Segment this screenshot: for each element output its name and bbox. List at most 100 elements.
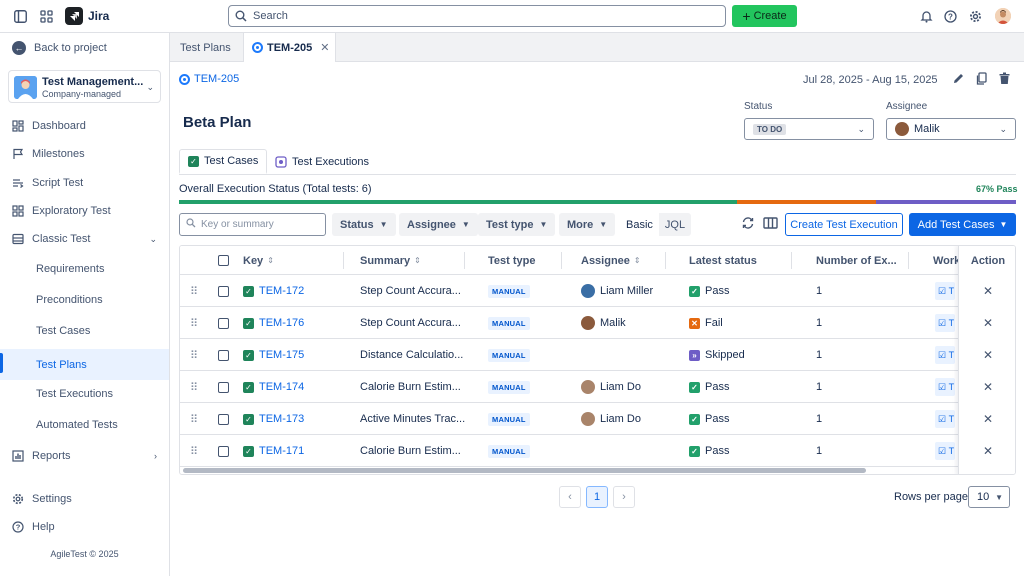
work-item-cell[interactable]: ☑ T	[935, 403, 955, 435]
drag-handle-icon[interactable]: ⠿	[190, 307, 198, 339]
column-summary[interactable]: Summary ⇕	[360, 246, 421, 275]
sidebar-item-help[interactable]: ? Help	[0, 513, 169, 541]
test-case-summary[interactable]: Calorie Burn Estim...	[360, 435, 461, 467]
project-switcher[interactable]: Test Management... Company-managed ⌄	[8, 70, 161, 103]
app-name[interactable]: Jira	[88, 9, 109, 23]
column-key[interactable]: Key ⇕	[243, 246, 274, 275]
sidebar-item-classic-test[interactable]: Classic Test ⌄	[0, 225, 169, 253]
column-latest-status[interactable]: Latest status	[689, 246, 757, 275]
table-row[interactable]: ⠿ ✓ TEM-171 Calorie Burn Estim... MANUAL ✓ Pas…	[180, 435, 1015, 467]
sidebar-item-exploratory-test[interactable]: Exploratory Test	[0, 197, 169, 225]
column-work[interactable]: Work	[933, 246, 960, 275]
status-filter-button[interactable]: Status ▼	[332, 213, 396, 236]
table-row[interactable]: ⠿ ✓ TEM-173 Active Minutes Trac... MANUAL Lia…	[180, 403, 1015, 435]
sidebar-item-script-test[interactable]: Script Test	[0, 169, 169, 197]
work-item-cell[interactable]: ☑ T	[935, 307, 955, 339]
table-row[interactable]: ⠿ ✓ TEM-172 Step Count Accura... MANUAL Liam …	[180, 275, 1015, 307]
sidebar-item-preconditions[interactable]: Preconditions	[0, 286, 169, 314]
test-case-key-link[interactable]: ✓ TEM-171	[243, 435, 304, 467]
sidebar-item-test-cases[interactable]: Test Cases	[0, 317, 169, 345]
notifications-bell-icon[interactable]	[917, 7, 935, 25]
tab-test-cases[interactable]: ✓ Test Cases	[179, 149, 268, 174]
row-checkbox[interactable]	[218, 403, 229, 435]
column-assignee[interactable]: Assignee ⇕	[581, 246, 641, 275]
table-row[interactable]: ⠿ ✓ TEM-174 Calorie Burn Estim... MANUAL Liam…	[180, 371, 1015, 403]
table-row[interactable]: ⠿ ✓ TEM-176 Step Count Accura... MANUAL Malik…	[180, 307, 1015, 339]
trash-icon[interactable]	[998, 72, 1011, 88]
drag-handle-icon[interactable]: ⠿	[190, 435, 198, 467]
horizontal-scrollbar[interactable]	[183, 468, 866, 473]
test-case-key-link[interactable]: ✓ TEM-176	[243, 307, 304, 339]
remove-row-icon[interactable]: ✕	[959, 275, 1015, 307]
tab-tem-205[interactable]: TEM-205 ✕	[243, 33, 337, 62]
row-checkbox[interactable]	[218, 339, 229, 371]
plan-key-link[interactable]: TEM-205	[179, 73, 239, 85]
sidebar-item-milestones[interactable]: Milestones	[0, 140, 169, 168]
previous-page-button[interactable]: ‹	[559, 486, 581, 508]
select-all-checkbox[interactable]	[218, 246, 229, 275]
remove-row-icon[interactable]: ✕	[959, 403, 1015, 435]
rows-per-page-select[interactable]: 10 ▼	[968, 486, 1010, 508]
remove-row-icon[interactable]: ✕	[959, 307, 1015, 339]
drag-handle-icon[interactable]: ⠿	[190, 275, 198, 307]
drag-handle-icon[interactable]: ⠿	[190, 339, 198, 371]
remove-row-icon[interactable]: ✕	[959, 371, 1015, 403]
row-checkbox[interactable]	[218, 307, 229, 339]
sidebar-item-automated-tests[interactable]: Automated Tests	[0, 411, 169, 439]
assignee-filter-button[interactable]: Assignee ▼	[399, 213, 478, 236]
sidebar-item-dashboard[interactable]: Dashboard	[0, 112, 169, 140]
assignee-select[interactable]: Malik ⌄	[886, 118, 1016, 140]
create-button[interactable]: + Create	[732, 5, 797, 27]
tab-test-executions[interactable]: Test Executions	[267, 149, 377, 174]
copy-icon[interactable]	[975, 72, 988, 88]
work-item-cell[interactable]: ☑ T	[935, 339, 955, 371]
drag-handle-icon[interactable]: ⠿	[190, 403, 198, 435]
remove-row-icon[interactable]: ✕	[959, 435, 1015, 467]
sidebar-item-test-executions[interactable]: Test Executions	[0, 380, 169, 408]
app-switcher-icon[interactable]	[37, 7, 55, 25]
sidebar-item-test-plans[interactable]: Test Plans	[0, 349, 169, 380]
jql-toggle-button[interactable]: JQL	[659, 213, 691, 236]
work-item-cell[interactable]: ☑ T	[935, 435, 955, 467]
user-avatar[interactable]	[995, 8, 1011, 24]
test-case-key-link[interactable]: ✓ TEM-175	[243, 339, 304, 371]
test-case-summary[interactable]: Active Minutes Trac...	[360, 403, 465, 435]
sidebar-item-reports[interactable]: Reports ›	[0, 442, 169, 470]
row-checkbox[interactable]	[218, 435, 229, 467]
column-number-of-executions[interactable]: Number of Ex...	[816, 246, 897, 275]
back-to-project-link[interactable]: ← Back to project	[12, 41, 107, 55]
refresh-icon[interactable]	[741, 216, 755, 233]
basic-toggle-button[interactable]: Basic	[620, 213, 659, 236]
jira-logo-icon[interactable]	[65, 7, 83, 25]
row-checkbox[interactable]	[218, 371, 229, 403]
key-summary-search-input[interactable]: Key or summary	[179, 213, 326, 236]
help-icon[interactable]: ?	[941, 7, 959, 25]
edit-pencil-icon[interactable]	[952, 72, 965, 88]
drag-handle-icon[interactable]: ⠿	[190, 371, 198, 403]
sidebar-item-settings[interactable]: Settings	[0, 485, 169, 513]
sidebar-item-requirements[interactable]: Requirements	[0, 255, 169, 283]
remove-row-icon[interactable]: ✕	[959, 339, 1015, 371]
columns-icon[interactable]	[763, 216, 778, 233]
close-tab-icon[interactable]: ✕	[320, 41, 329, 54]
work-item-cell[interactable]: ☑ T	[935, 371, 955, 403]
add-test-cases-button[interactable]: Add Test Cases ▼	[909, 213, 1016, 236]
test-type-filter-button[interactable]: Test type ▼	[478, 213, 556, 236]
column-test-type[interactable]: Test type	[488, 246, 535, 275]
more-filter-button[interactable]: More ▼	[559, 213, 616, 236]
test-case-key-link[interactable]: ✓ TEM-172	[243, 275, 304, 307]
test-case-summary[interactable]: Step Count Accura...	[360, 307, 461, 339]
settings-gear-icon[interactable]	[966, 7, 984, 25]
status-select[interactable]: TO DO ⌄	[744, 118, 874, 140]
tab-test-plans[interactable]: Test Plans	[180, 33, 231, 62]
page-button-current[interactable]: 1	[586, 486, 608, 508]
row-checkbox[interactable]	[218, 275, 229, 307]
test-case-summary[interactable]: Calorie Burn Estim...	[360, 371, 461, 403]
table-row[interactable]: ⠿ ✓ TEM-175 Distance Calculatio... MANUAL » Sk…	[180, 339, 1015, 371]
next-page-button[interactable]: ›	[613, 486, 635, 508]
create-test-execution-button[interactable]: Create Test Execution	[785, 213, 903, 236]
search-input[interactable]: Search	[228, 5, 726, 27]
sidebar-toggle-icon[interactable]	[11, 7, 29, 25]
work-item-cell[interactable]: ☑ T	[935, 275, 955, 307]
test-case-summary[interactable]: Distance Calculatio...	[360, 339, 463, 371]
